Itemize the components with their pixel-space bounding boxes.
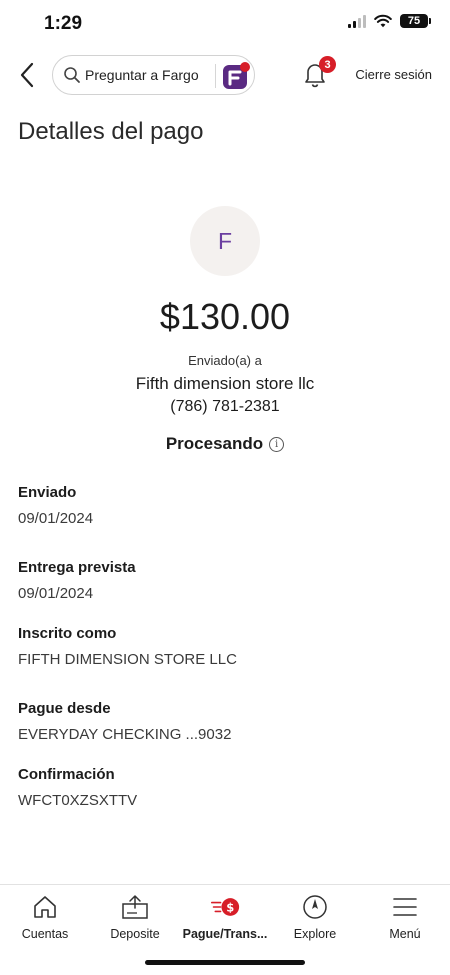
detail-expected-delivery: Entrega prevista 09/01/2024 bbox=[18, 559, 438, 602]
page-title: Detalles del pago bbox=[18, 118, 204, 145]
menu-icon bbox=[393, 898, 417, 916]
recipient-phone: (786) 781-2381 bbox=[170, 398, 280, 415]
nav-explore[interactable]: Explore bbox=[270, 885, 360, 949]
battery-level: 75 bbox=[407, 15, 421, 27]
detail-value: FIFTH DIMENSION STORE LLC bbox=[18, 651, 237, 668]
app-header: Preguntar a Fargo 3 Cierre sesión bbox=[0, 52, 450, 98]
wifi-icon bbox=[374, 14, 392, 28]
battery-icon: 75 bbox=[400, 14, 431, 28]
nav-label: Pague/Trans... bbox=[182, 927, 268, 941]
detail-value: EVERYDAY CHECKING ...9032 bbox=[18, 726, 232, 743]
payment-amount: $130.00 bbox=[159, 296, 291, 337]
notification-badge: 3 bbox=[319, 56, 336, 73]
detail-enrolled-as: Inscrito como FIFTH DIMENSION STORE LLC bbox=[18, 625, 438, 668]
sent-to-label: Enviado(a) a bbox=[188, 353, 262, 368]
detail-value: WFCT0XZSXTTV bbox=[18, 792, 138, 809]
home-indicator bbox=[145, 960, 305, 965]
detail-label: Pague desde bbox=[18, 700, 111, 717]
detail-label: Enviado bbox=[18, 484, 77, 501]
status-icons: 75 bbox=[348, 14, 431, 28]
nav-pay-transfer[interactable]: $ Pague/Trans... bbox=[180, 885, 270, 949]
nav-label: Cuentas bbox=[21, 927, 69, 941]
nav-label: Menú bbox=[389, 927, 421, 941]
detail-label: Inscrito como bbox=[18, 625, 117, 642]
back-button[interactable] bbox=[14, 58, 40, 92]
search-placeholder: Preguntar a Fargo bbox=[85, 67, 199, 83]
info-icon[interactable]: i bbox=[269, 436, 285, 452]
detail-sent: Enviado 09/01/2024 bbox=[18, 484, 438, 527]
recipient-avatar: F bbox=[190, 206, 260, 276]
detail-label: Entrega prevista bbox=[18, 559, 136, 576]
chevron-left-icon bbox=[20, 62, 34, 88]
payment-status: Procesando i bbox=[0, 434, 450, 454]
nav-label: Explore bbox=[293, 927, 337, 941]
detail-pay-from: Pague desde EVERYDAY CHECKING ...9032 bbox=[18, 700, 438, 743]
detail-value: 09/01/2024 bbox=[18, 585, 94, 602]
fargo-assistant-icon[interactable] bbox=[221, 61, 251, 91]
pay-transfer-icon: $ bbox=[210, 898, 240, 916]
status-time: 1:29 bbox=[44, 13, 83, 34]
status-label: Procesando bbox=[165, 434, 264, 453]
status-bar: 1:29 75 bbox=[0, 0, 450, 46]
nav-accounts[interactable]: Cuentas bbox=[0, 885, 90, 949]
logout-link[interactable]: Cierre sesión bbox=[355, 67, 432, 82]
compass-icon bbox=[303, 895, 327, 919]
cellular-signal-icon bbox=[348, 14, 366, 28]
nav-menu[interactable]: Menú bbox=[360, 885, 450, 949]
pill-divider bbox=[215, 64, 216, 88]
ask-fargo-search[interactable]: Preguntar a Fargo bbox=[52, 55, 255, 95]
svg-text:$: $ bbox=[226, 900, 234, 914]
detail-value: 09/01/2024 bbox=[18, 510, 94, 527]
detail-label: Confirmación bbox=[18, 766, 115, 783]
detail-confirmation: Confirmación WFCT0XZSXTTV bbox=[18, 766, 438, 809]
search-icon bbox=[64, 67, 80, 83]
recipient-name: Fifth dimension store llc bbox=[135, 374, 315, 393]
nav-label: Deposite bbox=[110, 927, 160, 941]
home-icon bbox=[34, 896, 56, 918]
deposit-icon bbox=[122, 895, 148, 919]
nav-deposit[interactable]: Deposite bbox=[90, 885, 180, 949]
